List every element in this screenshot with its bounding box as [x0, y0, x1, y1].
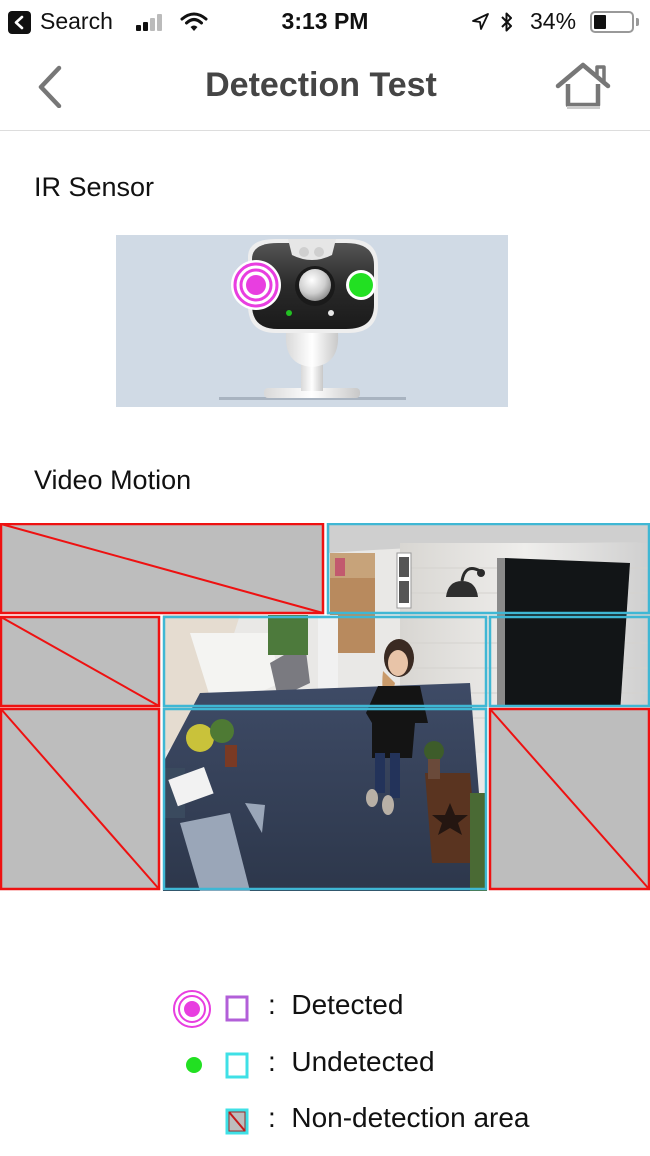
legend-undetected-label: : Undetected: [268, 1046, 435, 1077]
ir-sensor-panel: [116, 235, 508, 407]
legend-non-detection-label: : Non-detection area: [268, 1102, 530, 1133]
pir-lens: [299, 269, 331, 301]
door: [500, 558, 630, 713]
page-title: Detection Test: [205, 66, 437, 104]
motion-zone-bottom-right: [488, 707, 650, 891]
undetected-zone-symbol-icon: [225, 1052, 249, 1079]
detected-zone-symbol-icon: [225, 995, 249, 1022]
battery-cap: [636, 18, 639, 26]
non-detection-zone-symbol-icon: [225, 1108, 249, 1135]
ir-sensor-label: IR Sensor: [34, 172, 155, 202]
detected-ir-symbol-icon: [173, 990, 211, 1028]
video-motion-grid: [0, 523, 650, 891]
motion-zone-top-left: [0, 523, 325, 615]
bluetooth-icon: [499, 10, 515, 39]
legend-detected-label: : Detected: [268, 989, 404, 1020]
ir-sensor-right-undetected-indicator: [346, 270, 376, 300]
video-motion-label: Video Motion: [34, 465, 192, 495]
legend-item-undetected: : Undetected: [0, 1046, 650, 1086]
status-led-green: [286, 310, 292, 316]
status-bar: Search 3:13 PM 34%: [0, 0, 650, 44]
motion-zone-middle-left: [0, 615, 161, 708]
ir-sensor-left-detected-indicator: [231, 260, 281, 310]
status-led-white: [328, 310, 334, 316]
battery-percent: 34%: [530, 8, 577, 34]
battery-icon: [590, 11, 634, 33]
legend-item-detected: : Detected: [0, 989, 650, 1029]
motion-zone-bottom-left: [0, 707, 161, 891]
navigation-bar: Detection Test: [0, 44, 650, 131]
home-icon: [555, 62, 611, 109]
undetected-ir-symbol-icon: [186, 1057, 202, 1073]
battery-level-fill: [594, 15, 606, 29]
camera-joint: [285, 333, 339, 367]
legend-item-non-detection: : Non-detection area: [0, 1102, 650, 1142]
location-arrow-icon: [470, 12, 490, 37]
home-button[interactable]: [552, 60, 614, 112]
